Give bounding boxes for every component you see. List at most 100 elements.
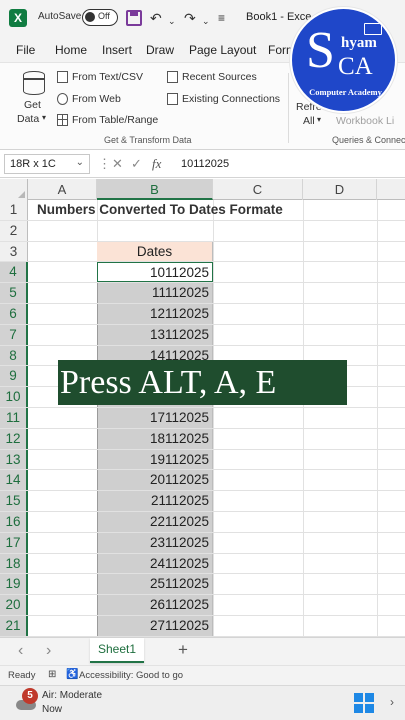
cancel-icon[interactable]: ✕ [112, 156, 123, 172]
date-value-cell[interactable]: 27112025 [97, 616, 213, 636]
date-value-cell[interactable]: 17112025 [97, 408, 213, 428]
row-number[interactable]: 21 [0, 616, 28, 636]
date-value-cell[interactable]: 12112025 [97, 304, 213, 324]
table-icon [57, 114, 68, 126]
refresh-all-button[interactable]: All [303, 115, 315, 127]
table-row: 13 19112025 [0, 449, 405, 471]
status-bar: Ready ⊞ ♿ Accessibility: Good to go [0, 665, 405, 685]
save-icon[interactable] [126, 10, 142, 26]
row-number[interactable]: 2 [0, 220, 28, 241]
gridline [303, 616, 304, 636]
row-number[interactable]: 10 [0, 387, 28, 407]
enter-icon[interactable]: ✓ [131, 156, 142, 172]
dates-header-cell[interactable]: Dates [97, 241, 213, 262]
row-number[interactable]: 17 [0, 532, 28, 553]
spreadsheet-grid[interactable]: A B C D 1 Numbers Converted To Dates Form… [0, 179, 405, 637]
row-number[interactable]: 9 [0, 366, 28, 387]
date-value-cell[interactable]: 26112025 [97, 595, 213, 615]
row-number[interactable]: 15 [0, 491, 28, 511]
logo-hyam: hyam [341, 35, 377, 51]
recent-sources-button[interactable]: Recent Sources [182, 71, 257, 83]
select-all-corner[interactable] [0, 179, 28, 200]
accessibility-icon[interactable]: ♿ [66, 669, 78, 680]
row-number[interactable]: 19 [0, 574, 28, 595]
row-number[interactable]: 20 [0, 595, 28, 615]
date-value-cell[interactable]: 23112025 [97, 532, 213, 553]
row-number[interactable]: 3 [0, 241, 28, 262]
customize-toolbar-icon[interactable]: ≡ [218, 9, 225, 27]
weather-alert-badge[interactable]: 5 [22, 688, 38, 704]
redo-icon[interactable]: ↷ [184, 9, 196, 27]
row-number[interactable]: 16 [0, 512, 28, 532]
macro-record-icon[interactable]: ⊞ [48, 669, 56, 680]
date-value-cell[interactable]: 24112025 [97, 553, 213, 574]
menu-page-layout[interactable]: Page Layout [189, 43, 256, 57]
sheet-title-cell[interactable]: Numbers Converted To Dates Formate [37, 200, 283, 220]
row-number[interactable]: 1 [0, 200, 28, 220]
gridline [377, 553, 378, 574]
prev-sheet-icon[interactable]: ‹ [18, 642, 23, 660]
menu-draw[interactable]: Draw [146, 43, 174, 57]
row-number[interactable]: 13 [0, 449, 28, 470]
get-data-label[interactable]: Get [24, 99, 41, 111]
gridline [377, 574, 378, 595]
database-icon[interactable] [23, 71, 45, 95]
insert-function-icon[interactable]: fx [152, 156, 161, 172]
date-value-cell[interactable]: 22112025 [97, 512, 213, 532]
date-value-cell[interactable]: 19112025 [97, 449, 213, 470]
row-number[interactable]: 11 [0, 408, 28, 428]
gridline [303, 241, 304, 262]
name-box[interactable]: 18R x 1C ⌄ [4, 154, 90, 174]
chevron-right-icon[interactable]: › [390, 695, 394, 709]
date-value-cell[interactable]: 11112025 [97, 283, 213, 303]
menu-insert[interactable]: Insert [102, 43, 132, 57]
row-number[interactable]: 8 [0, 345, 28, 366]
column-header-a[interactable]: A [28, 179, 97, 200]
column-header-c[interactable]: C [213, 179, 303, 200]
formula-input[interactable] [173, 154, 401, 174]
row-number[interactable]: 5 [0, 283, 28, 303]
autosave-toggle[interactable]: Off [82, 9, 118, 26]
row-number[interactable]: 4 [0, 262, 28, 283]
from-text-csv-button[interactable]: From Text/CSV [72, 71, 143, 83]
redo-dropdown-icon[interactable]: ⌄ [202, 12, 210, 30]
gridline [303, 532, 304, 553]
column-header-d[interactable]: D [303, 179, 377, 200]
refresh-chevron-icon[interactable]: ▾ [317, 115, 321, 124]
gridline [377, 449, 378, 470]
row-number[interactable]: 12 [0, 428, 28, 449]
gridline [377, 512, 378, 532]
workbook-links-button[interactable]: Workbook Li [336, 115, 394, 127]
chevron-down-icon[interactable]: ⌄ [76, 157, 84, 168]
menu-file[interactable]: File [16, 43, 35, 57]
date-value-cell[interactable]: 25112025 [97, 574, 213, 595]
gridline [377, 387, 378, 407]
chevron-down-icon[interactable]: ▾ [42, 113, 46, 122]
existing-connections-button[interactable]: Existing Connections [182, 93, 280, 105]
sheet-tab-sheet1[interactable]: Sheet1 [90, 638, 144, 663]
excel-app-icon[interactable]: X [9, 9, 27, 27]
from-table-range-button[interactable]: From Table/Range [72, 114, 158, 126]
windows-start-icon[interactable] [354, 693, 374, 713]
weather-status[interactable]: Air: Moderate [42, 690, 102, 701]
get-data-button[interactable]: Data [17, 113, 39, 125]
row-number[interactable]: 18 [0, 553, 28, 574]
undo-dropdown-icon[interactable]: ⌄ [168, 12, 176, 30]
date-value-cell[interactable]: 20112025 [97, 470, 213, 491]
column-header-b[interactable]: B [97, 179, 213, 200]
row-number[interactable]: 6 [0, 304, 28, 324]
row-number[interactable]: 14 [0, 470, 28, 491]
gridline [303, 491, 304, 511]
date-value-cell[interactable]: 21112025 [97, 491, 213, 511]
add-sheet-icon[interactable]: + [178, 640, 188, 660]
accessibility-status[interactable]: Accessibility: Good to go [79, 670, 183, 681]
date-value-cell[interactable]: 10112025 [97, 262, 213, 283]
next-sheet-icon[interactable]: › [46, 642, 51, 660]
row-number[interactable]: 7 [0, 324, 28, 345]
undo-icon[interactable]: ↶ [150, 9, 162, 27]
date-value-cell[interactable]: 18112025 [97, 428, 213, 449]
date-value-cell[interactable]: 13112025 [97, 324, 213, 345]
menu-home[interactable]: Home [55, 43, 87, 57]
gridline [303, 283, 304, 303]
from-web-button[interactable]: From Web [72, 93, 121, 105]
